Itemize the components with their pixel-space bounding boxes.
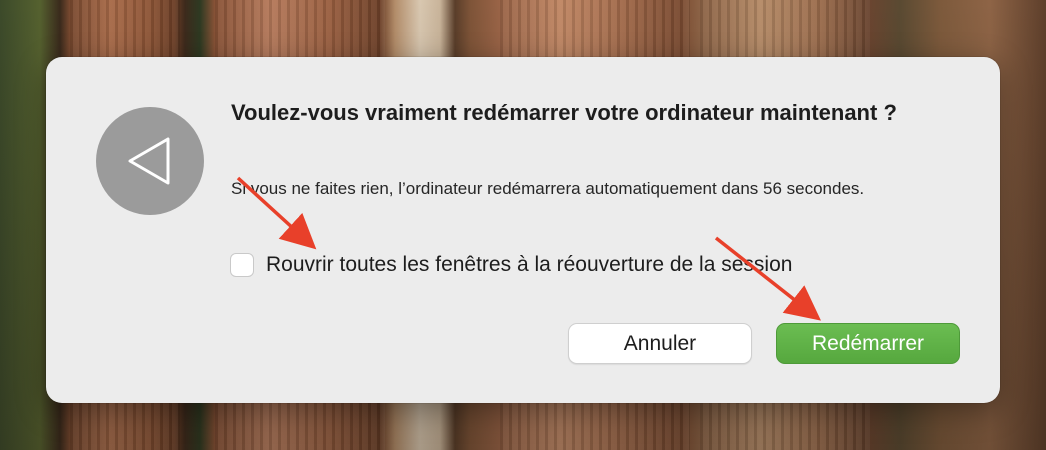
restart-button[interactable]: Redémarrer — [776, 323, 960, 364]
reopen-windows-option[interactable]: Rouvrir toutes les fenêtres à la réouver… — [230, 253, 792, 277]
dialog-message: Si vous ne faites rien, l’ordinateur red… — [231, 179, 865, 198]
dialog-title: Voulez-vous vraiment redémarrer votre or… — [231, 100, 897, 125]
cancel-button[interactable]: Annuler — [568, 323, 752, 364]
restart-triangle-icon — [96, 107, 204, 215]
reopen-windows-checkbox[interactable] — [230, 253, 254, 277]
restart-dialog: Voulez-vous vraiment redémarrer votre or… — [46, 57, 1000, 403]
reopen-windows-label[interactable]: Rouvrir toutes les fenêtres à la réouver… — [266, 253, 792, 277]
triangle-left-icon — [128, 137, 170, 185]
